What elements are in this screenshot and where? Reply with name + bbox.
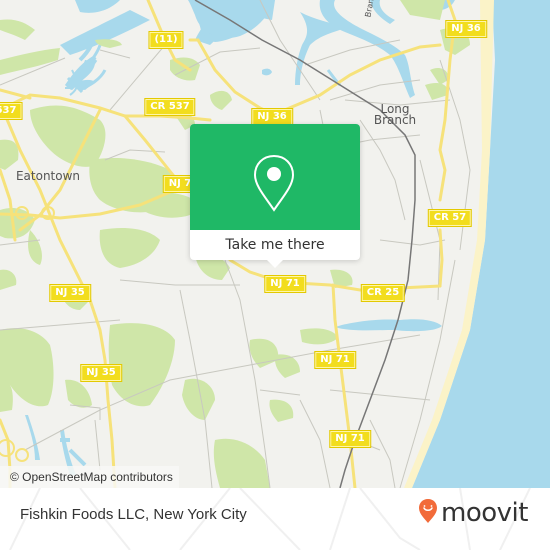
shield-cr-537-left: 537 bbox=[0, 102, 23, 120]
shield-nj-71-c: NJ 71 bbox=[329, 430, 371, 448]
map-attribution[interactable]: © OpenStreetMap contributors bbox=[0, 466, 179, 488]
shield-nj-36: NJ 36 bbox=[251, 108, 293, 126]
popup-header bbox=[190, 124, 360, 230]
map-view[interactable]: Eatontown Long Branch Bran (11) CR 537 5… bbox=[0, 0, 550, 488]
location-popup: Take me there bbox=[190, 124, 360, 268]
shield-nj-71-b: NJ 71 bbox=[314, 351, 356, 369]
shield-nj-35-b: NJ 35 bbox=[80, 364, 122, 382]
attribution-text: © OpenStreetMap contributors bbox=[10, 470, 173, 484]
shield-nj-35-a: NJ 35 bbox=[49, 284, 91, 302]
footer: Fishkin Foods LLC, New York City moovit bbox=[0, 488, 550, 550]
shield-cr-25: CR 25 bbox=[360, 284, 406, 302]
shield-nj-71-a: NJ 71 bbox=[264, 275, 306, 293]
place-title: Fishkin Foods LLC, New York City bbox=[20, 506, 247, 523]
shield-nj-36-top: NJ 36 bbox=[445, 20, 487, 38]
take-me-there-button[interactable]: Take me there bbox=[190, 230, 360, 260]
place-label-branch: Branch bbox=[373, 113, 417, 127]
popup-pointer bbox=[267, 260, 283, 268]
place-label-eatontown: Eatontown bbox=[15, 169, 81, 183]
location-pin-icon bbox=[252, 154, 296, 216]
moovit-logo[interactable]: moovit bbox=[418, 498, 528, 528]
moovit-wordmark: moovit bbox=[441, 498, 528, 528]
shield-cr-57: CR 57 bbox=[427, 209, 473, 227]
moovit-pin-icon bbox=[418, 498, 438, 528]
shield-route-11: (11) bbox=[148, 31, 184, 49]
shield-cr-537: CR 537 bbox=[144, 98, 196, 116]
